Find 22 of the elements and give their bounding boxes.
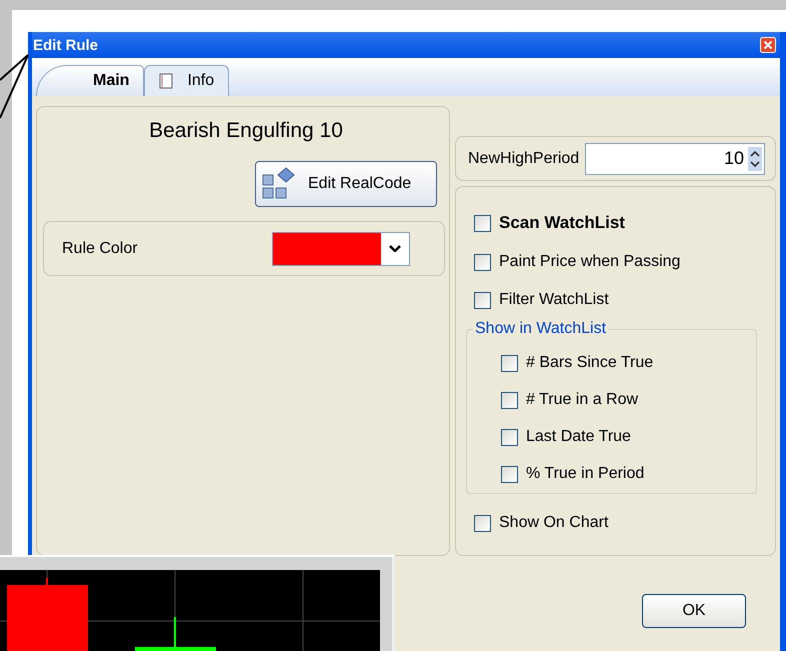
ok-button[interactable]: OK bbox=[642, 594, 746, 628]
rule-color-label: Rule Color bbox=[62, 240, 138, 258]
period-label: NewHighPeriod bbox=[468, 150, 580, 168]
option-checkbox[interactable]: % True in Period bbox=[501, 465, 756, 483]
option-checkbox[interactable]: Scan WatchList bbox=[474, 213, 775, 233]
tab[interactable]: Main bbox=[36, 65, 144, 96]
period-spin-field[interactable]: 10 bbox=[585, 142, 765, 174]
spin-arrows-icon bbox=[748, 146, 762, 170]
color-dropdown[interactable] bbox=[272, 232, 410, 266]
option-checkbox[interactable]: # True in a Row bbox=[501, 391, 756, 409]
option-checkbox[interactable]: Paint Price when Passing bbox=[474, 253, 775, 271]
close-icon[interactable] bbox=[760, 37, 776, 53]
shapes-icon bbox=[262, 167, 296, 201]
option-checkbox[interactable]: Last Date True bbox=[501, 428, 756, 446]
tab[interactable]: Info bbox=[144, 65, 230, 96]
window-title: Edit Rule bbox=[32, 36, 98, 54]
option-checkbox[interactable]: # Bars Since True bbox=[501, 354, 756, 372]
edit-realcode-button[interactable]: Edit RealCode bbox=[255, 161, 437, 207]
page-icon bbox=[159, 73, 174, 89]
rule-name: Bearish Engulfing 10 bbox=[148, 119, 344, 143]
option-checkbox[interactable]: Filter WatchList bbox=[474, 291, 775, 309]
option-checkbox[interactable]: Show On Chart bbox=[474, 514, 775, 532]
